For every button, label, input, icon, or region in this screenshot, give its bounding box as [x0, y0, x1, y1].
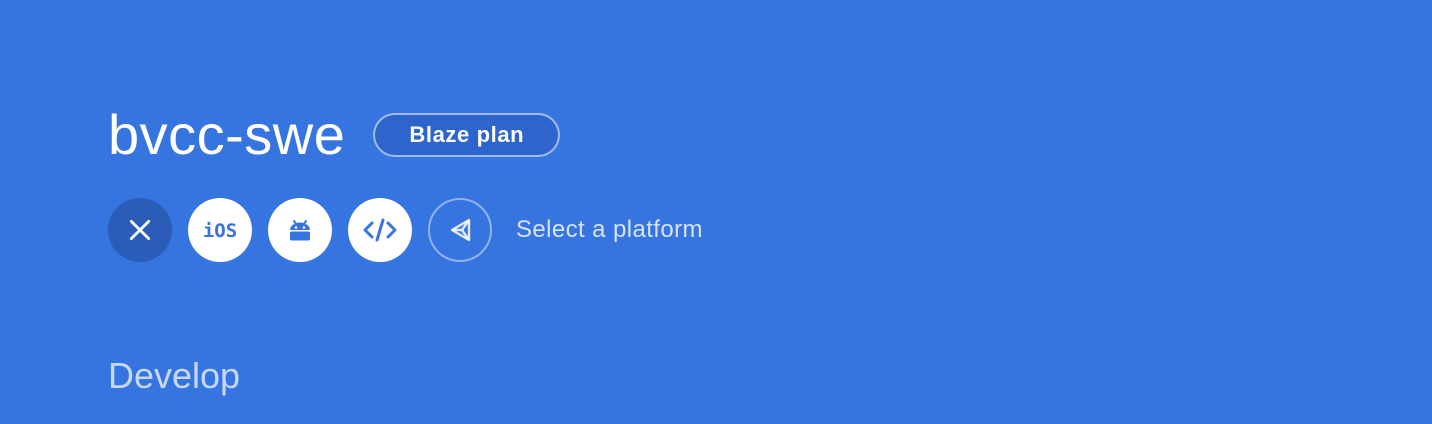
- web-platform-button[interactable]: [348, 198, 412, 262]
- plan-badge-button[interactable]: Blaze plan: [373, 113, 561, 157]
- project-title: bvcc-swe: [108, 103, 346, 166]
- ios-icon: iOS: [203, 220, 237, 242]
- close-platforms-button[interactable]: [108, 198, 172, 262]
- android-platform-button[interactable]: [268, 198, 332, 262]
- svg-text:iOS: iOS: [203, 220, 237, 242]
- unity-platform-button[interactable]: [428, 198, 492, 262]
- select-platform-label: Select a platform: [516, 216, 703, 243]
- code-icon: [363, 218, 397, 242]
- close-icon: [129, 219, 151, 241]
- unity-icon: [450, 218, 471, 242]
- develop-section-title: Develop: [108, 355, 241, 396]
- ios-platform-button[interactable]: iOS: [188, 198, 252, 262]
- android-icon: [290, 220, 310, 241]
- project-header: bvcc-swe Blaze plan: [108, 102, 561, 168]
- platform-selector: iOS Select a platform: [108, 198, 703, 262]
